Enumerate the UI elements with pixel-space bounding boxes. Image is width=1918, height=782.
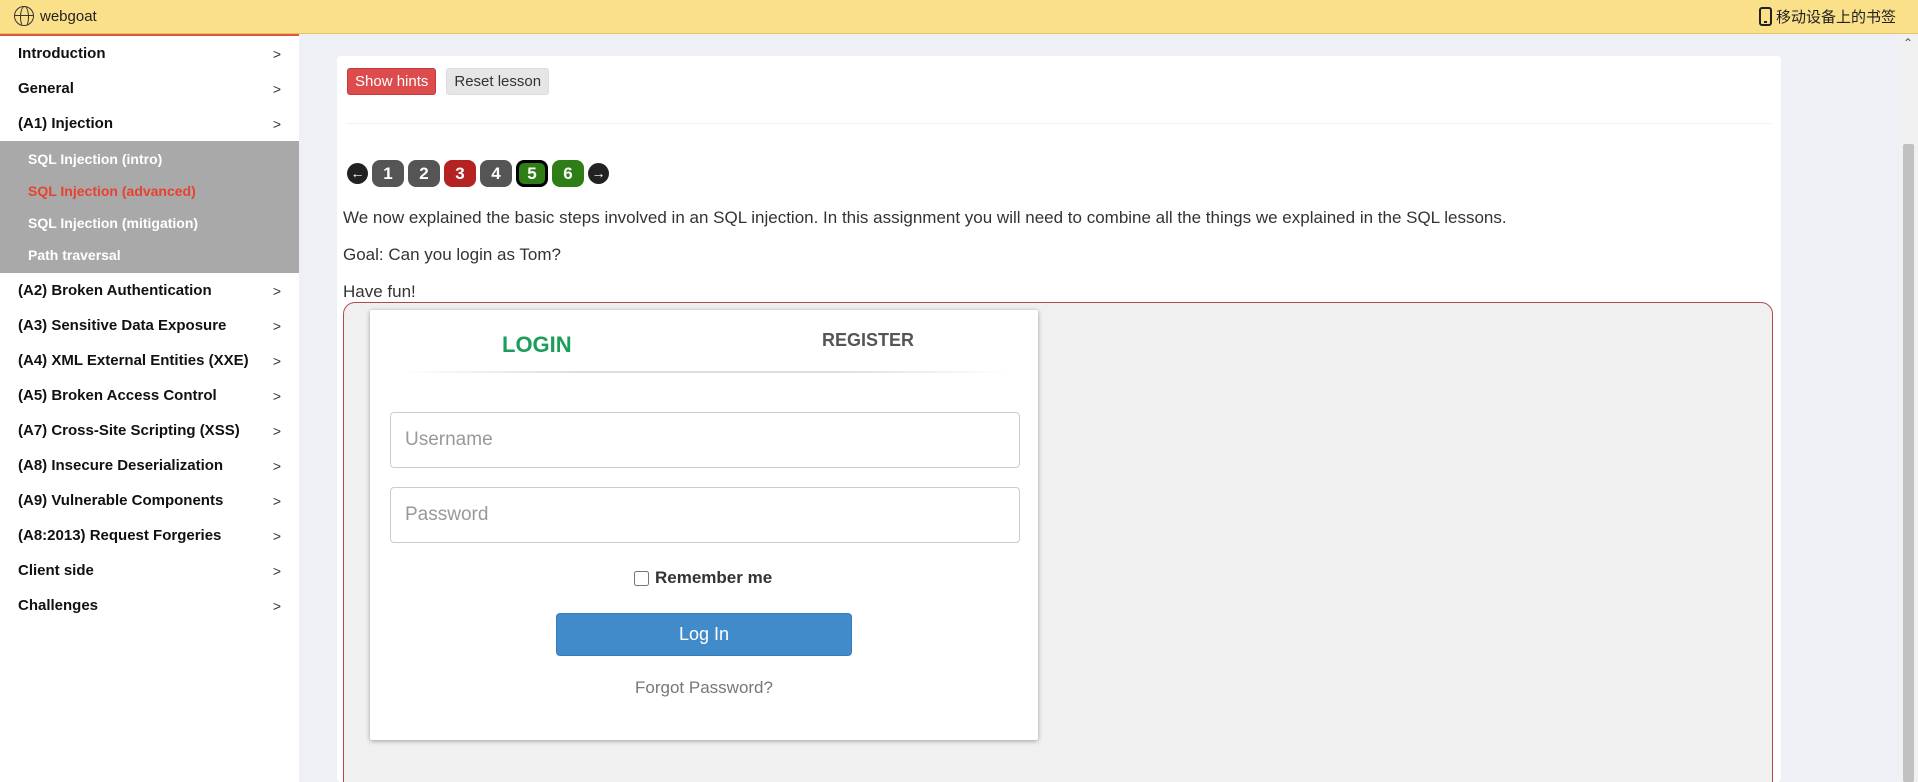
password-input[interactable] [390,487,1020,543]
sidebar-item-label: (A7) Cross-Site Scripting (XSS) [18,422,240,439]
chevron-right-icon: > [272,46,281,62]
toolbar-divider [347,123,1771,124]
chevron-right-icon: > [272,528,281,544]
chevron-right-icon: > [272,423,281,439]
sidebar-item-xxe[interactable]: (A4) XML External Entities (XXE) > [0,343,299,378]
globe-icon [14,6,34,26]
submenu-item-sql-injection-mitigation[interactable]: SQL Injection (mitigation) [0,207,299,239]
sidebar-item-broken-access-control[interactable]: (A5) Broken Access Control > [0,378,299,413]
lesson-toolbar: Show hints Reset lesson [347,68,550,95]
sidebar-item-injection[interactable]: (A1) Injection > [0,106,299,141]
sidebar-item-introduction[interactable]: Introduction > [0,36,299,71]
sidebar-item-label: (A2) Broken Authentication [18,282,212,299]
mobile-phone-icon [1758,7,1772,26]
sidebar-item-client-side[interactable]: Client side > [0,553,299,588]
show-hints-button[interactable]: Show hints [347,68,437,95]
sidebar-item-label: (A9) Vulnerable Components [18,492,224,509]
chevron-right-icon: > [272,318,281,334]
login-card: LOGIN REGISTER Remember me Log In Forgot… [370,310,1038,740]
main-content: Show hints Reset lesson ← 1 2 3 4 5 6 → … [299,34,1899,782]
sidebar-item-general[interactable]: General > [0,71,299,106]
chevron-right-icon: > [272,458,281,474]
submenu-item-sql-injection-intro[interactable]: SQL Injection (intro) [0,143,299,175]
bookmark-webgoat[interactable]: webgoat [14,6,97,26]
lesson-pager: ← 1 2 3 4 5 6 → [347,160,609,187]
arrow-right-icon[interactable]: → [588,163,609,184]
username-input[interactable] [390,412,1020,468]
sidebar: Introduction > General > (A1) Injection … [0,34,299,782]
page-button-6[interactable]: 6 [552,160,584,187]
tab-login[interactable]: LOGIN [502,332,572,358]
lesson-text: We now explained the basic steps involve… [343,206,1507,317]
lesson-paragraph: Goal: Can you login as Tom? [343,245,561,264]
sidebar-item-insecure-deserialization[interactable]: (A8) Insecure Deserialization > [0,448,299,483]
sidebar-item-request-forgeries[interactable]: (A8:2013) Request Forgeries > [0,518,299,553]
injection-submenu: SQL Injection (intro) SQL Injection (adv… [0,141,299,273]
forgot-password-link[interactable]: Forgot Password? [370,678,1038,698]
chevron-right-icon: > [272,563,281,579]
chevron-right-icon: > [272,283,281,299]
chevron-right-icon: > [272,116,281,132]
submenu-item-sql-injection-advanced[interactable]: SQL Injection (advanced) [0,175,299,207]
lesson-paragraph: We now explained the basic steps involve… [343,208,1507,227]
attack-container: LOGIN REGISTER Remember me Log In Forgot… [343,302,1773,782]
chevron-right-icon: > [272,388,281,404]
bookmark-webgoat-label: webgoat [40,7,97,25]
page-button-2[interactable]: 2 [408,160,440,187]
sidebar-item-label: Challenges [18,597,99,614]
mobile-bookmarks-label: 移动设备上的书签 [1775,9,1896,26]
vertical-scrollbar[interactable]: ⌃ [1899,34,1918,782]
log-in-button[interactable]: Log In [556,613,852,656]
bookmark-bar: webgoat 移动设备上的书签 [0,0,1918,34]
sidebar-item-label: (A8) Insecure Deserialization [18,457,224,474]
sidebar-item-challenges[interactable]: Challenges > [0,588,299,623]
sidebar-item-label: (A3) Sensitive Data Exposure [18,317,227,334]
sidebar-item-label: Introduction [18,45,106,62]
sidebar-item-sensitive-data-exposure[interactable]: (A3) Sensitive Data Exposure > [0,308,299,343]
page-button-4[interactable]: 4 [480,160,512,187]
sidebar-item-xss[interactable]: (A7) Cross-Site Scripting (XSS) > [0,413,299,448]
tab-register[interactable]: REGISTER [822,330,914,351]
tab-divider [400,371,1010,373]
scroll-up-icon[interactable]: ⌃ [1903,36,1913,50]
arrow-left-icon[interactable]: ← [347,163,368,184]
scrollbar-thumb[interactable] [1903,144,1914,782]
chevron-right-icon: > [272,353,281,369]
sidebar-item-label: Client side [18,562,94,579]
sidebar-item-label: (A1) Injection [18,115,114,132]
sidebar-item-label: (A8:2013) Request Forgeries [18,527,222,544]
sidebar-item-label: (A4) XML External Entities (XXE) [18,352,249,369]
remember-me-label: Remember me [655,568,773,587]
mobile-bookmarks[interactable]: 移动设备上的书签 [1758,6,1896,27]
chevron-right-icon: > [272,493,281,509]
page-button-5[interactable]: 5 [516,160,548,187]
lesson-paragraph: Have fun! [343,282,416,301]
remember-me[interactable]: Remember me [634,568,772,588]
sidebar-item-label: (A5) Broken Access Control [18,387,217,404]
sidebar-item-label: General [18,80,74,97]
sidebar-item-broken-authentication[interactable]: (A2) Broken Authentication > [0,273,299,308]
reset-lesson-button[interactable]: Reset lesson [446,68,550,95]
remember-me-checkbox[interactable] [634,570,649,586]
lesson-panel: Show hints Reset lesson ← 1 2 3 4 5 6 → … [337,56,1781,782]
chevron-right-icon: > [272,81,281,97]
submenu-item-path-traversal[interactable]: Path traversal [0,239,299,271]
page-button-1[interactable]: 1 [372,160,404,187]
page-button-3[interactable]: 3 [444,160,476,187]
chevron-right-icon: > [272,598,281,614]
sidebar-item-vulnerable-components[interactable]: (A9) Vulnerable Components > [0,483,299,518]
